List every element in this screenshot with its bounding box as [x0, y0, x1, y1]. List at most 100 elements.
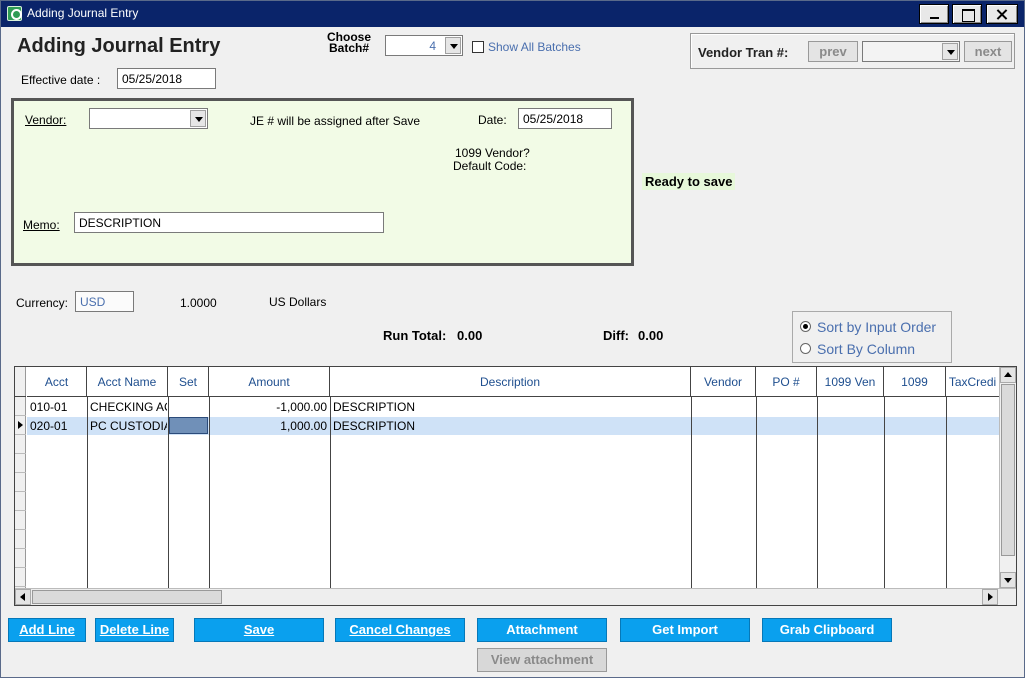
choose-batch-label-line2: Batch#: [329, 41, 370, 55]
window-title: Adding Journal Entry: [27, 6, 139, 20]
cell-description[interactable]: DESCRIPTION: [333, 398, 689, 417]
col-divider: [691, 397, 692, 589]
exchange-rate: 1.0000: [180, 296, 217, 310]
row-header[interactable]: [15, 473, 26, 492]
scroll-right-icon[interactable]: [982, 589, 998, 605]
currency-field[interactable]: USD: [75, 291, 134, 312]
scroll-down-icon[interactable]: [1000, 572, 1016, 588]
chevron-down-icon[interactable]: [190, 110, 206, 127]
effective-date-field[interactable]: 05/25/2018: [117, 68, 216, 89]
attachment-button[interactable]: Attachment: [477, 618, 607, 642]
vendor-1099-label: 1099 Vendor?: [455, 146, 530, 160]
memo-label: Memo:: [23, 218, 60, 232]
col-divider: [817, 397, 818, 589]
vendor-tran-select[interactable]: [862, 41, 960, 62]
close-button[interactable]: [986, 4, 1018, 24]
app-icon: [7, 6, 22, 21]
memo-field[interactable]: DESCRIPTION: [74, 212, 384, 233]
col-header-description[interactable]: Description: [330, 367, 691, 397]
save-button[interactable]: Save: [194, 618, 324, 642]
view-attachment-button[interactable]: View attachment: [477, 648, 607, 672]
cell-acct-name[interactable]: PC CUSTODIA: [90, 417, 167, 436]
sort-by-column-label[interactable]: Sort By Column: [817, 341, 915, 357]
cancel-changes-button[interactable]: Cancel Changes: [335, 618, 465, 642]
cell-amount[interactable]: -1,000.00: [211, 398, 327, 417]
sort-input-order-label[interactable]: Sort by Input Order: [817, 319, 936, 335]
col-header-1099-ven[interactable]: 1099 Ven: [817, 367, 884, 397]
minimize-button[interactable]: [919, 4, 949, 24]
row-header[interactable]: [15, 397, 26, 416]
col-header-amount[interactable]: Amount: [209, 367, 330, 397]
status-ready: Ready to save: [642, 173, 736, 190]
grid-vertical-scrollbar[interactable]: [999, 367, 1016, 589]
effective-date-label: Effective date :: [21, 73, 101, 87]
cell-acct[interactable]: 010-01: [30, 398, 86, 417]
sort-input-order-radio[interactable]: [800, 321, 811, 332]
delete-line-button[interactable]: Delete Line: [95, 618, 174, 642]
vendor-select[interactable]: [89, 108, 208, 129]
get-import-button[interactable]: Get Import: [620, 618, 750, 642]
cell-amount[interactable]: 1,000.00: [211, 417, 327, 436]
cell-set[interactable]: [170, 398, 208, 417]
sort-by-column-radio[interactable]: [800, 343, 811, 354]
row-header[interactable]: [15, 511, 26, 530]
col-divider: [87, 397, 88, 589]
cell-acct-name[interactable]: CHECKING AC: [90, 398, 167, 417]
cell-set-active[interactable]: [169, 417, 208, 434]
col-header-1099[interactable]: 1099: [884, 367, 946, 397]
default-code-label: Default Code:: [453, 159, 527, 173]
diff-label: Diff:: [603, 328, 629, 343]
vertical-scroll-thumb[interactable]: [1001, 384, 1015, 556]
row-header-column: [15, 367, 26, 589]
col-header-vendor[interactable]: Vendor: [691, 367, 756, 397]
row-header[interactable]: [15, 568, 26, 587]
diff-value: 0.00: [638, 328, 664, 343]
row-header[interactable]: [15, 492, 26, 511]
current-row-arrow-icon: [18, 421, 23, 429]
maximize-button[interactable]: [952, 4, 982, 24]
journal-entry-window: Adding Journal Entry Adding Journal Entr…: [0, 0, 1025, 678]
grid-horizontal-scrollbar[interactable]: [15, 588, 1016, 605]
sort-options: Sort by Input Order Sort By Column: [792, 311, 952, 363]
col-header-acct[interactable]: Acct: [27, 367, 87, 397]
je-note: JE # will be assigned after Save: [250, 114, 421, 128]
choose-batch-label: Choose Batch#: [327, 31, 371, 55]
currency-label: Currency:: [16, 296, 69, 310]
col-divider: [884, 397, 885, 589]
batch-select[interactable]: 4: [385, 35, 463, 56]
row-header[interactable]: [15, 549, 26, 568]
row-header[interactable]: [15, 530, 26, 549]
vendor-tran-label: Vendor Tran #:: [698, 45, 789, 60]
scroll-up-icon[interactable]: [1000, 367, 1016, 383]
journal-lines-grid[interactable]: Acct Acct Name Set Amount Description Ve…: [14, 366, 1017, 606]
chevron-down-icon[interactable]: [942, 43, 958, 60]
grab-clipboard-button[interactable]: Grab Clipboard: [762, 618, 892, 642]
run-total-value: 0.00: [457, 328, 483, 343]
col-header-acct-name[interactable]: Acct Name: [87, 367, 168, 397]
horizontal-scroll-thumb[interactable]: [32, 590, 222, 604]
prev-button[interactable]: prev: [808, 41, 858, 62]
cell-acct[interactable]: 020-01: [30, 417, 86, 436]
date-field[interactable]: 05/25/2018: [518, 108, 612, 129]
vendor-label: Vendor:: [25, 113, 67, 127]
corner-header: [15, 367, 26, 397]
row-header[interactable]: [15, 435, 26, 454]
col-header-set[interactable]: Set: [168, 367, 209, 397]
col-divider: [756, 397, 757, 589]
row-header[interactable]: [15, 454, 26, 473]
row-header-current[interactable]: [15, 416, 26, 435]
col-header-po[interactable]: PO #: [756, 367, 817, 397]
cell-description[interactable]: DESCRIPTION: [333, 417, 689, 436]
next-button[interactable]: next: [964, 41, 1012, 62]
vendor-tran-panel: Vendor Tran #: prev next: [690, 33, 1015, 69]
chevron-down-icon[interactable]: [445, 37, 461, 54]
show-all-batches-checkbox[interactable]: [472, 41, 484, 53]
col-divider: [330, 397, 331, 589]
scroll-left-icon[interactable]: [15, 589, 31, 605]
entry-panel: Vendor: JE # will be assigned after Save…: [11, 98, 634, 266]
col-header-taxcredit[interactable]: TaxCredi: [946, 367, 999, 397]
page-title: Adding Journal Entry: [17, 35, 221, 57]
show-all-batches-label[interactable]: Show All Batches: [488, 40, 581, 54]
batch-value: 4: [429, 39, 436, 53]
add-line-button[interactable]: Add Line: [8, 618, 86, 642]
